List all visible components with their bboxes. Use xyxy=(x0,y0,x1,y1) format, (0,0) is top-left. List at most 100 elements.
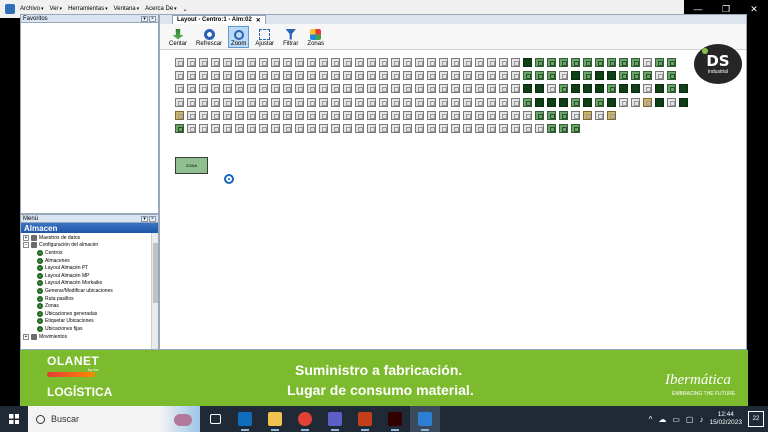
storage-location[interactable] xyxy=(367,124,376,133)
storage-location[interactable] xyxy=(379,58,388,67)
storage-location[interactable] xyxy=(667,58,676,67)
storage-location[interactable] xyxy=(367,58,376,67)
storage-location[interactable] xyxy=(631,71,640,81)
storage-location[interactable] xyxy=(343,71,352,81)
storage-location[interactable] xyxy=(295,97,304,107)
storage-location[interactable] xyxy=(295,110,304,120)
storage-location[interactable] xyxy=(511,84,520,94)
storage-location[interactable] xyxy=(667,97,676,107)
storage-location[interactable] xyxy=(307,84,316,94)
storage-location[interactable] xyxy=(511,97,520,107)
storage-location[interactable] xyxy=(499,124,508,133)
storage-location[interactable] xyxy=(523,71,532,81)
storage-location[interactable] xyxy=(619,84,628,94)
menu-acerca-de[interactable]: Acerca De ▾ xyxy=(145,6,177,12)
storage-location[interactable] xyxy=(547,58,556,67)
storage-location[interactable] xyxy=(583,97,592,107)
storage-location[interactable] xyxy=(391,110,400,120)
storage-location[interactable] xyxy=(523,97,532,107)
tree-item[interactable]: Generar/Modificar ubicaciones xyxy=(21,287,158,295)
storage-location[interactable] xyxy=(355,97,364,107)
storage-location[interactable] xyxy=(319,110,328,120)
menu-archivo[interactable]: Archivo ▾ xyxy=(20,6,44,12)
storage-location[interactable] xyxy=(295,71,304,81)
storage-location[interactable] xyxy=(283,110,292,120)
storage-location[interactable] xyxy=(343,124,352,133)
storage-location[interactable] xyxy=(391,84,400,94)
storage-location[interactable] xyxy=(643,71,652,81)
expand-icon[interactable]: + xyxy=(23,333,29,340)
storage-location[interactable] xyxy=(475,124,484,133)
storage-location[interactable] xyxy=(379,84,388,94)
storage-location[interactable] xyxy=(247,84,256,94)
storage-location[interactable] xyxy=(427,124,436,133)
cloud-icon[interactable]: ☁ xyxy=(658,415,666,424)
storage-location[interactable] xyxy=(523,110,532,120)
storage-location[interactable] xyxy=(379,110,388,120)
storage-location[interactable] xyxy=(547,110,556,120)
storage-location[interactable] xyxy=(487,97,496,107)
storage-location[interactable] xyxy=(451,71,460,81)
storage-location[interactable] xyxy=(523,58,532,67)
storage-location[interactable] xyxy=(475,58,484,67)
storage-location[interactable] xyxy=(427,71,436,81)
storage-location[interactable] xyxy=(295,124,304,133)
storage-location[interactable] xyxy=(595,58,604,67)
storage-location[interactable] xyxy=(343,110,352,120)
storage-location[interactable] xyxy=(223,97,232,107)
storage-location[interactable] xyxy=(403,110,412,120)
storage-location[interactable] xyxy=(415,110,424,120)
tree-item[interactable]: Layout Almacén Morkaiko xyxy=(21,280,158,288)
module-header[interactable]: Almacen xyxy=(21,223,158,233)
storage-location[interactable] xyxy=(283,71,292,81)
storage-location[interactable] xyxy=(595,97,604,107)
expand-icon[interactable]: + xyxy=(23,234,29,241)
taskbar-media-player-button[interactable] xyxy=(410,406,440,432)
storage-location[interactable] xyxy=(415,84,424,94)
storage-location[interactable] xyxy=(247,110,256,120)
storage-location[interactable] xyxy=(535,97,544,107)
storage-location[interactable] xyxy=(403,71,412,81)
storage-location[interactable] xyxy=(655,71,664,81)
storage-location[interactable] xyxy=(559,84,568,94)
storage-location[interactable] xyxy=(439,84,448,94)
storage-location[interactable] xyxy=(475,71,484,81)
storage-location[interactable] xyxy=(187,110,196,120)
taskbar-file-explorer-button[interactable] xyxy=(260,406,290,432)
tree-item[interactable]: Ruta pasillos xyxy=(21,295,158,303)
storage-location[interactable] xyxy=(235,58,244,67)
storage-location[interactable] xyxy=(535,71,544,81)
storage-location[interactable] xyxy=(319,71,328,81)
tree-item[interactable]: + Maestros de datos xyxy=(21,234,158,242)
storage-location[interactable] xyxy=(595,110,604,120)
clock[interactable]: 12:44 15/02/2023 xyxy=(709,411,742,427)
storage-location[interactable] xyxy=(487,124,496,133)
storage-location[interactable] xyxy=(427,97,436,107)
storage-location[interactable] xyxy=(427,58,436,67)
storage-location[interactable] xyxy=(559,71,568,81)
storage-location[interactable] xyxy=(643,97,652,107)
storage-location[interactable] xyxy=(583,58,592,67)
storage-location[interactable] xyxy=(199,58,208,67)
storage-location[interactable] xyxy=(463,58,472,67)
storage-location[interactable] xyxy=(487,84,496,94)
storage-location[interactable] xyxy=(487,71,496,81)
taskbar-chrome-button[interactable] xyxy=(290,406,320,432)
storage-location[interactable] xyxy=(355,84,364,94)
taskbar-search[interactable]: Buscar xyxy=(28,406,200,432)
storage-location[interactable] xyxy=(607,58,616,67)
storage-location[interactable] xyxy=(223,84,232,94)
storage-location[interactable] xyxy=(295,58,304,67)
storage-location[interactable] xyxy=(451,58,460,67)
layout-canvas[interactable]: ZONA xyxy=(160,50,746,349)
pin-icon[interactable]: ▾ xyxy=(141,215,148,222)
storage-location[interactable] xyxy=(319,84,328,94)
storage-location[interactable] xyxy=(475,84,484,94)
storage-location[interactable] xyxy=(379,124,388,133)
storage-location[interactable] xyxy=(439,58,448,67)
storage-location[interactable] xyxy=(199,124,208,133)
storage-location[interactable] xyxy=(571,58,580,67)
storage-location[interactable] xyxy=(199,71,208,81)
storage-location[interactable] xyxy=(235,97,244,107)
display-icon[interactable]: ▢ xyxy=(686,415,694,424)
